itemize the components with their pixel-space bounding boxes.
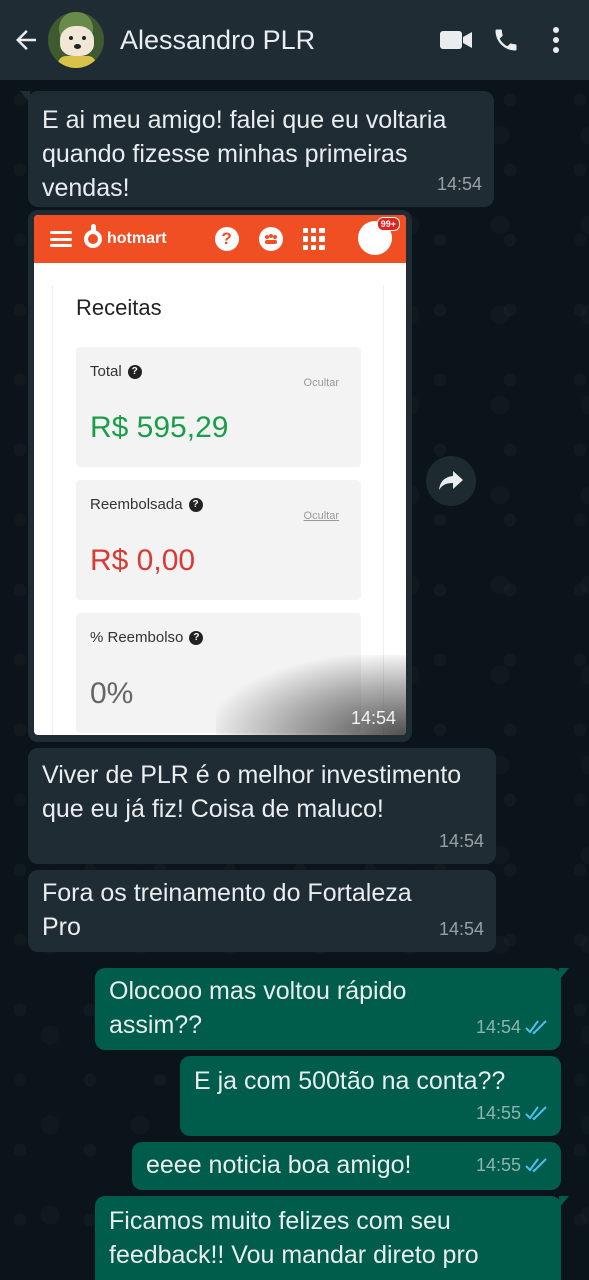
message-meta: 14:54 xyxy=(476,1010,549,1044)
hotmart-logo: hotmart xyxy=(84,224,167,248)
forward-icon xyxy=(439,471,463,490)
card-refunded: Reembolsada? Ocultar R$ 0,00 xyxy=(76,480,361,600)
message-text: Ficamos muito felizes com seu feedback!!… xyxy=(109,1207,479,1269)
section-title: Receitas xyxy=(76,295,162,320)
hotmart-flame-icon xyxy=(84,224,102,248)
card-value: 0% xyxy=(90,677,134,710)
back-button[interactable] xyxy=(4,0,48,80)
double-check-icon xyxy=(525,1020,547,1035)
message-meta: 14:54 xyxy=(437,167,482,201)
double-check-icon xyxy=(525,1158,547,1173)
message-outgoing[interactable]: eeee noticia boa amigo! 14:55 xyxy=(132,1142,561,1190)
message-outgoing[interactable]: Ficamos muito felizes com seu feedback!!… xyxy=(95,1196,569,1280)
apps-grid-icon xyxy=(302,228,325,250)
message-meta: 14:54 xyxy=(439,912,484,946)
hide-link: Ocultar xyxy=(303,510,339,522)
forward-button[interactable] xyxy=(426,456,476,506)
contact-avatar[interactable] xyxy=(48,12,104,68)
message-incoming[interactable]: Viver de PLR é o melhor investimento que… xyxy=(28,748,496,864)
more-options-button[interactable] xyxy=(531,0,581,80)
video-call-button[interactable] xyxy=(431,0,481,80)
card-total: Total? Ocultar R$ 595,29 xyxy=(76,347,361,467)
voice-call-button[interactable] xyxy=(481,0,531,80)
message-time: 14:55 xyxy=(475,1103,521,1123)
message-text: eeee noticia boa amigo! xyxy=(146,1151,412,1179)
message-time: 14:54 xyxy=(438,919,484,939)
message-text: Viver de PLR é o melhor investimento que… xyxy=(42,761,462,823)
card-value: R$ 595,29 xyxy=(90,411,229,444)
notification-badge: 99+ xyxy=(376,217,400,231)
message-time: 14:54 xyxy=(475,1017,521,1037)
video-call-icon xyxy=(440,31,472,49)
help-icon: ? xyxy=(127,364,142,379)
card-label: % Reembolso xyxy=(90,629,184,646)
message-time: 14:54 xyxy=(436,174,482,194)
hotmart-topbar: hotmart ? 99+ xyxy=(34,215,406,263)
phone-icon xyxy=(495,29,517,51)
bubble-tail xyxy=(559,1196,569,1208)
help-icon: ? xyxy=(214,227,239,251)
message-time: 14:54 xyxy=(350,708,396,728)
help-icon: ? xyxy=(189,630,204,645)
contact-name[interactable]: Alessandro PLR xyxy=(120,25,431,56)
message-time: 14:54 xyxy=(438,831,484,851)
message-outgoing[interactable]: E ja com 500tão na conta?? 14:55 xyxy=(180,1056,561,1136)
message-text: E ai meu amigo! falei que eu voltaria qu… xyxy=(42,106,447,202)
card-value: R$ 0,00 xyxy=(90,544,196,577)
message-text: Olocooo mas voltou rápido assim?? xyxy=(109,977,407,1039)
back-arrow-icon xyxy=(16,30,36,50)
hide-link: Ocultar xyxy=(303,377,339,389)
bubble-tail xyxy=(559,968,569,980)
message-text: E ja com 500tão na conta?? xyxy=(194,1067,506,1095)
message-time: 14:55 xyxy=(475,1155,521,1175)
help-icon: ? xyxy=(188,497,203,512)
double-check-icon xyxy=(525,1106,547,1121)
message-image[interactable]: hotmart ? 99+ Receitas Total? Ocultar R$… xyxy=(28,210,412,742)
community-icon xyxy=(258,227,283,251)
hamburger-menu-icon xyxy=(50,231,72,247)
chat-header: Alessandro PLR xyxy=(0,0,589,80)
message-meta: 14:55 xyxy=(476,1148,549,1182)
more-vertical-icon xyxy=(553,27,559,53)
message-incoming[interactable]: E ai meu amigo! falei que eu voltaria qu… xyxy=(20,91,494,207)
message-outgoing[interactable]: Olocooo mas voltou rápido assim?? 14:54 xyxy=(95,968,569,1050)
card-label: Reembolsada xyxy=(90,496,183,513)
bubble-tail xyxy=(20,91,30,103)
message-meta: 14:55 xyxy=(476,1096,549,1130)
shared-screenshot[interactable]: hotmart ? 99+ Receitas Total? Ocultar R$… xyxy=(34,215,406,735)
message-meta: 14:54 xyxy=(439,824,484,858)
message-text: Fora os treinamento do Fortaleza Pro xyxy=(42,879,412,941)
card-label: Total xyxy=(90,363,122,380)
message-incoming[interactable]: Fora os treinamento do Fortaleza Pro 14:… xyxy=(28,870,496,952)
